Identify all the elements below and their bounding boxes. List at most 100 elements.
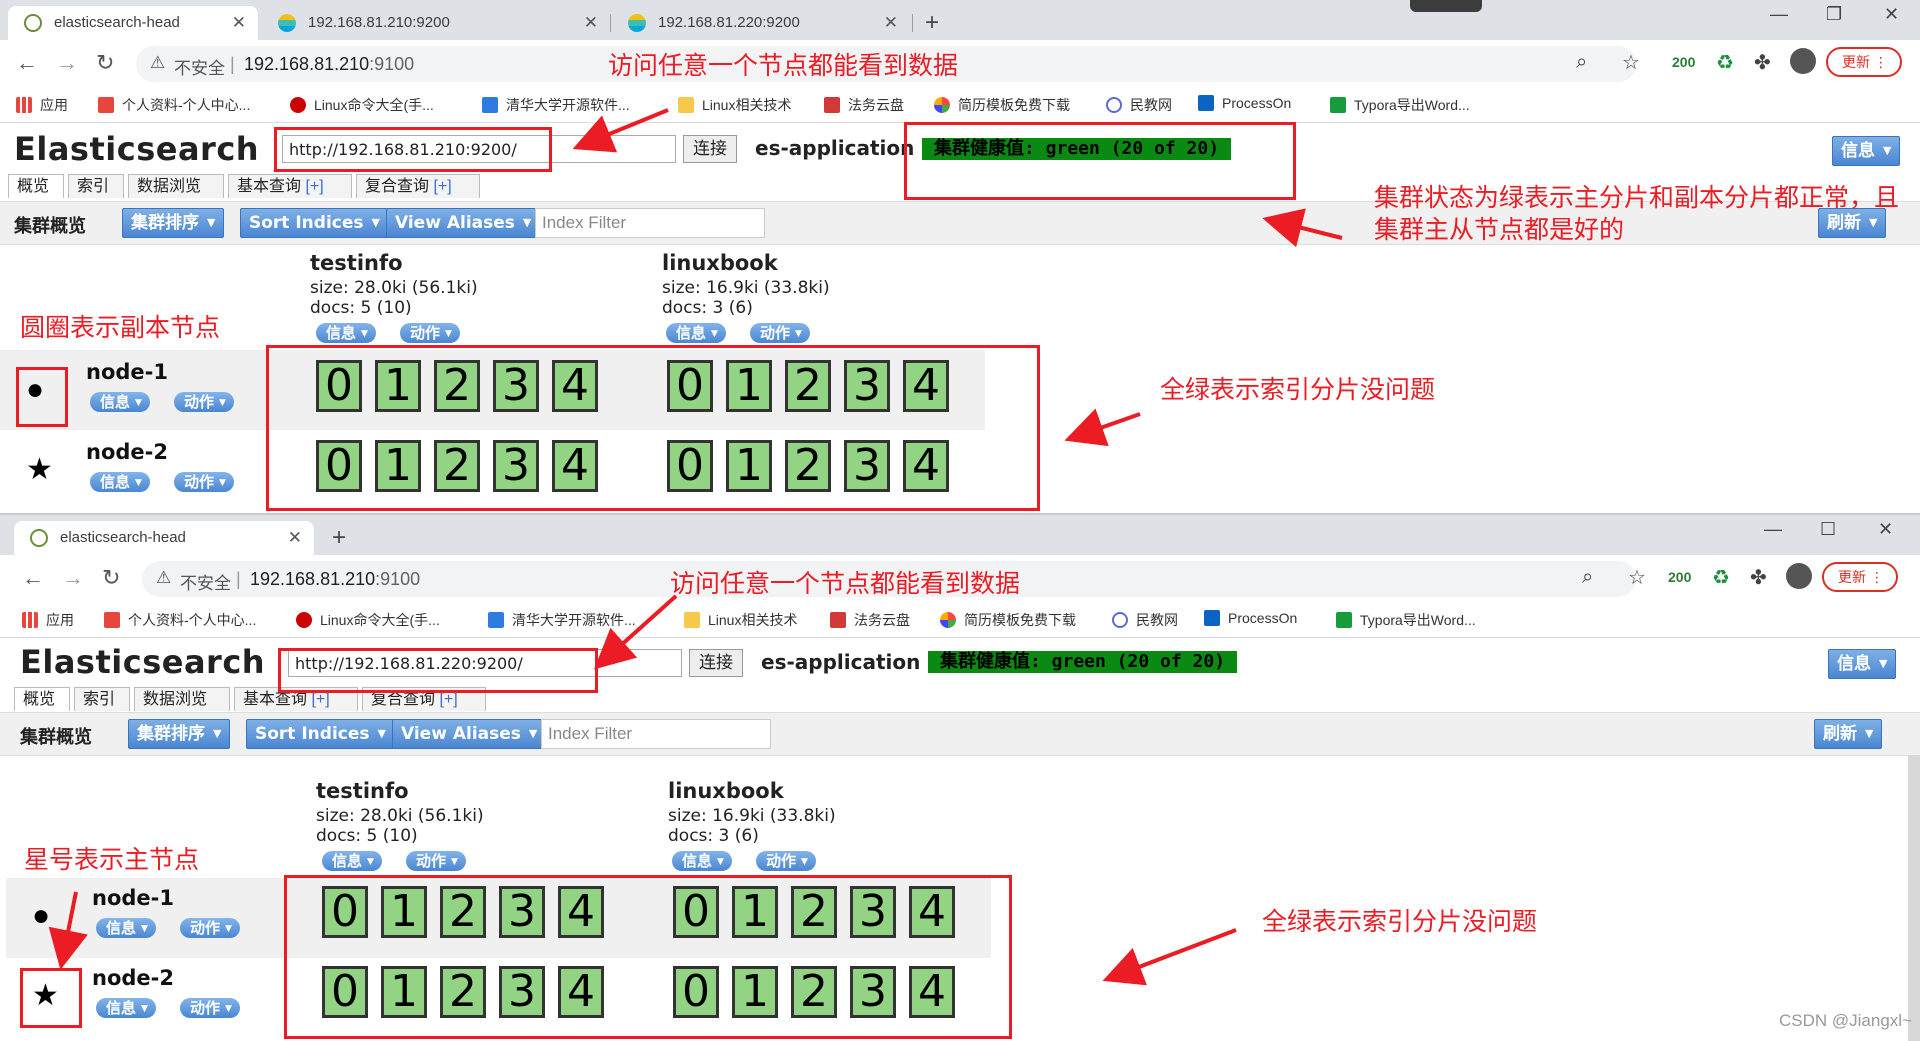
info-dropdown[interactable]: 信息 ▼ — [1828, 649, 1897, 679]
tab-browser[interactable]: 数据浏览 — [128, 174, 224, 198]
index-filter-input[interactable]: Index Filter — [541, 719, 771, 749]
new-tab-icon[interactable]: + — [332, 521, 346, 555]
sort-indices-dropdown[interactable]: Sort Indices ▼ — [240, 208, 389, 238]
shard-box[interactable]: 2 — [791, 886, 837, 938]
index-action-button[interactable]: 动作 ▼ — [756, 851, 816, 871]
node-info-button[interactable]: 信息 ▼ — [90, 392, 150, 412]
zoom-icon[interactable]: ⌕ — [1576, 51, 1587, 74]
bookmark-legal-cloud[interactable]: 法务云盘 — [824, 95, 904, 115]
extensions-puzzle-icon[interactable]: ✤ — [1754, 50, 1771, 75]
shard-box[interactable]: 2 — [434, 440, 480, 492]
tab-compound-query[interactable]: 复合查询 [+] — [356, 174, 480, 198]
shard-box[interactable]: 0 — [667, 360, 713, 412]
shard-box[interactable]: 4 — [558, 886, 604, 938]
shard-box[interactable]: 0 — [322, 886, 368, 938]
tab-browser[interactable]: 数据浏览 — [134, 687, 230, 711]
forward-icon[interactable]: → — [56, 48, 78, 78]
index-info-button[interactable]: 信息 ▼ — [672, 851, 732, 871]
sort-cluster-dropdown[interactable]: 集群排序 ▼ — [122, 208, 225, 238]
tab-basic-query[interactable]: 基本查询 [+] — [228, 174, 352, 198]
node-info-button[interactable]: 信息 ▼ — [96, 998, 156, 1018]
close-window-icon[interactable]: ✕ — [1878, 519, 1893, 540]
scrollbar[interactable] — [1908, 755, 1920, 1041]
index-filter-input[interactable]: Index Filter — [535, 208, 765, 238]
node-action-button[interactable]: 动作 ▼ — [174, 472, 234, 492]
tab-compound-query[interactable]: 复合查询 [+] — [362, 687, 486, 711]
refresh-button[interactable]: 刷新 ▼ — [1818, 208, 1887, 238]
bookmark-typora[interactable]: Typora导出Word... — [1336, 610, 1476, 630]
shard-box[interactable]: 1 — [381, 966, 427, 1018]
zoom-icon[interactable]: ⌕ — [1582, 566, 1593, 589]
shard-box[interactable]: 3 — [493, 440, 539, 492]
bookmark-resume[interactable]: 简历模板免费下载 — [940, 610, 1076, 630]
connect-button[interactable]: 连接 — [683, 135, 737, 163]
shard-box[interactable]: 3 — [850, 966, 896, 1018]
shard-box[interactable]: 0 — [316, 440, 362, 492]
minimize-icon[interactable]: — — [1764, 519, 1782, 540]
index-action-button[interactable]: 动作 ▼ — [750, 323, 810, 343]
bookmark-processon[interactable]: ProcessOn — [1204, 610, 1297, 626]
bookmark-tsinghua[interactable]: 清华大学开源软件... — [488, 610, 636, 630]
minimize-icon[interactable]: — — [1770, 4, 1788, 25]
new-tab-icon[interactable]: + — [925, 6, 939, 40]
bookmark-linux-tech[interactable]: Linux相关技术 — [684, 610, 797, 630]
shard-box[interactable]: 1 — [375, 360, 421, 412]
star-bookmark-icon[interactable]: ☆ — [1628, 565, 1646, 590]
shard-box[interactable]: 4 — [558, 966, 604, 1018]
index-action-button[interactable]: 动作 ▼ — [400, 323, 460, 343]
tab-indices[interactable]: 索引 — [68, 174, 124, 198]
index-info-button[interactable]: 信息 ▼ — [316, 323, 376, 343]
shard-box[interactable]: 2 — [791, 966, 837, 1018]
shard-box[interactable]: 3 — [844, 440, 890, 492]
shard-box[interactable]: 2 — [434, 360, 480, 412]
view-aliases-dropdown[interactable]: View Aliases ▼ — [386, 208, 541, 238]
shard-box[interactable]: 0 — [673, 966, 719, 1018]
bookmark-linux-tech[interactable]: Linux相关技术 — [678, 95, 791, 115]
shard-box[interactable]: 3 — [850, 886, 896, 938]
close-window-icon[interactable]: ✕ — [1884, 4, 1899, 25]
shard-box[interactable]: 1 — [732, 966, 778, 1018]
address-bar[interactable]: ⚠ 不安全 | 192.168.81.210:9100 ⌕ ☆ — [136, 46, 1640, 82]
shard-box[interactable]: 3 — [844, 360, 890, 412]
shard-box[interactable]: 1 — [375, 440, 421, 492]
tab-elasticsearch-head[interactable]: elasticsearch-head ✕ — [8, 6, 258, 40]
shard-box[interactable]: 2 — [785, 360, 831, 412]
shard-box[interactable]: 3 — [499, 966, 545, 1018]
shard-box[interactable]: 4 — [903, 440, 949, 492]
tab-overview[interactable]: 概览 — [14, 687, 70, 711]
shard-box[interactable]: 2 — [440, 966, 486, 1018]
node-info-button[interactable]: 信息 ▼ — [96, 918, 156, 938]
node-info-button[interactable]: 信息 ▼ — [90, 472, 150, 492]
cluster-url-input[interactable]: http://192.168.81.210:9200/ — [282, 135, 676, 163]
view-aliases-dropdown[interactable]: View Aliases ▼ — [392, 719, 547, 749]
maximize-icon[interactable]: ☐ — [1820, 519, 1836, 540]
bookmark-minjiao[interactable]: 民教网 — [1106, 95, 1172, 115]
forward-icon[interactable]: → — [62, 563, 84, 593]
node-action-button[interactable]: 动作 ▼ — [180, 998, 240, 1018]
close-icon[interactable]: ✕ — [288, 521, 302, 555]
shard-box[interactable]: 1 — [726, 440, 772, 492]
extension-leaf-icon[interactable]: ♻ — [1716, 50, 1734, 75]
shard-box[interactable]: 1 — [726, 360, 772, 412]
refresh-button[interactable]: 刷新 ▼ — [1814, 719, 1883, 749]
star-bookmark-icon[interactable]: ☆ — [1622, 50, 1640, 75]
bookmark-typora[interactable]: Typora导出Word... — [1330, 95, 1470, 115]
info-dropdown[interactable]: 信息 ▼ — [1832, 136, 1901, 166]
index-info-button[interactable]: 信息 ▼ — [666, 323, 726, 343]
node-action-button[interactable]: 动作 ▼ — [174, 392, 234, 412]
tab-elasticsearch-head[interactable]: elasticsearch-head ✕ — [14, 521, 314, 555]
update-button[interactable]: 更新 ⋮ — [1822, 562, 1898, 592]
shard-box[interactable]: 1 — [381, 886, 427, 938]
shard-box[interactable]: 0 — [316, 360, 362, 412]
extension-200-badge[interactable]: 200 — [1668, 569, 1691, 585]
back-icon[interactable]: ← — [16, 48, 38, 78]
bookmark-linux-cmd[interactable]: Linux命令大全(手... — [290, 95, 434, 115]
bookmark-resume[interactable]: 简历模板免费下载 — [934, 95, 1070, 115]
shard-box[interactable]: 4 — [552, 360, 598, 412]
shard-box[interactable]: 2 — [440, 886, 486, 938]
profile-avatar-icon[interactable] — [1786, 563, 1812, 589]
close-icon[interactable]: ✕ — [884, 6, 898, 40]
shard-box[interactable]: 0 — [667, 440, 713, 492]
close-icon[interactable]: ✕ — [584, 6, 598, 40]
tab-basic-query[interactable]: 基本查询 [+] — [234, 687, 358, 711]
